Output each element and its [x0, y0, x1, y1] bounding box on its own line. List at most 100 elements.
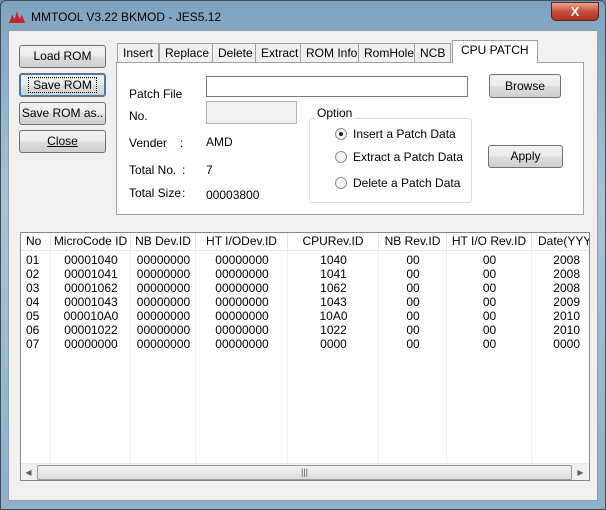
column-divider: [130, 251, 131, 463]
title-bar: MMTOOL V3.22 BKMOD - JES5.12: [9, 7, 221, 27]
total-size-value: 00003800: [206, 188, 260, 202]
table-cell: 00000000: [136, 309, 191, 323]
table-cell: 00: [406, 281, 420, 295]
save-rom-label: Save ROM: [28, 77, 97, 93]
table-cell: 00000000: [136, 267, 191, 281]
tab-cpu-patch[interactable]: CPU PATCH: [452, 40, 538, 63]
table-cell: 00001022: [64, 323, 118, 337]
column-header[interactable]: HT I/ODev.ID: [196, 233, 288, 250]
table-cell: 2009: [553, 295, 580, 309]
column-header[interactable]: NB Dev.ID: [131, 233, 196, 250]
table-cell: 1043: [320, 295, 347, 309]
apply-button[interactable]: Apply: [488, 145, 563, 168]
table-cell: 00000000: [136, 253, 191, 267]
table-cell: 2010: [553, 323, 580, 337]
tab-extract[interactable]: Extract: [255, 43, 305, 63]
radio-delete-patch[interactable]: Delete a Patch Data: [335, 176, 460, 190]
table-row[interactable]: 06 00001022 00000000 00000000 1022 00 00 2010: [21, 323, 589, 337]
table-cell: 00: [406, 337, 420, 351]
table-cell: 00000000: [215, 309, 269, 323]
radio-checked-icon: [335, 128, 347, 140]
table-cell: 00: [406, 323, 420, 337]
no-label: No.: [129, 109, 148, 123]
tab-delete[interactable]: Delete: [212, 43, 259, 63]
app-logo-icon: [9, 11, 25, 23]
table-cell: 06: [26, 323, 40, 337]
scroll-left-icon[interactable]: ◀: [21, 465, 36, 480]
column-divider: [378, 251, 379, 463]
tab-rom-info[interactable]: ROM Info: [300, 43, 364, 63]
tab-insert[interactable]: Insert: [117, 43, 160, 63]
total-no-value: 7: [206, 163, 213, 177]
horizontal-scrollbar[interactable]: ◀ ||| ▶: [21, 463, 589, 480]
table-cell: 00000000: [215, 323, 269, 337]
table-cell: 00000000: [215, 337, 269, 351]
radio-label: Extract a Patch Data: [353, 150, 464, 164]
table-cell: 00: [482, 337, 497, 351]
table-row[interactable]: 01 00001040 00000000 00000000 1040 00 00 2008: [21, 253, 589, 267]
save-rom-as-button[interactable]: Save ROM as..: [19, 102, 106, 125]
total-no-colon: :: [182, 163, 186, 177]
browse-button[interactable]: Browse: [489, 74, 561, 98]
close-button[interactable]: Close: [19, 130, 106, 153]
column-divider: [50, 251, 51, 463]
column-divider: [195, 251, 196, 463]
window-close-button[interactable]: X: [551, 2, 599, 21]
radio-unchecked-icon: [335, 177, 347, 189]
table-cell: 00: [406, 253, 420, 267]
tab-romhole[interactable]: RomHole: [358, 43, 421, 63]
table-cell: 01: [26, 253, 40, 267]
table-cell: 1022: [320, 323, 347, 337]
table-cell: 000010A0: [63, 309, 119, 323]
column-divider: [287, 251, 288, 463]
patch-file-input[interactable]: [206, 76, 468, 97]
table-row[interactable]: 07 00000000 00000000 00000000 0000 00 00 0000: [21, 337, 589, 351]
column-header[interactable]: No: [21, 233, 51, 250]
option-group-title: Option: [315, 106, 355, 120]
save-rom-button[interactable]: Save ROM: [19, 73, 106, 97]
table-cell: 00: [482, 323, 497, 337]
table-cell: 0000: [320, 337, 347, 351]
scroll-right-icon[interactable]: ▶: [573, 465, 588, 480]
table-cell: 00001040: [64, 253, 118, 267]
patch-file-label: Patch File: [129, 87, 183, 101]
table-cell: 00000000: [136, 323, 191, 337]
table-cell: 00000000: [136, 295, 191, 309]
column-header[interactable]: NB Rev.ID: [379, 233, 447, 250]
total-no-label: Total No.: [129, 163, 177, 177]
table-row[interactable]: 03 00001062 00000000 00000000 1062 00 00 2008: [21, 281, 589, 295]
scroll-thumb[interactable]: |||: [37, 465, 572, 480]
table-cell: 03: [26, 281, 40, 295]
table-cell: 00000000: [215, 295, 269, 309]
table-cell: 00: [482, 309, 497, 323]
table-cell: 1041: [320, 267, 347, 281]
no-input: [206, 101, 297, 124]
column-header[interactable]: HT I/O Rev.ID: [447, 233, 532, 250]
table-cell: 00: [406, 309, 420, 323]
microcode-table[interactable]: No MicroCode ID NB Dev.ID HT I/ODev.ID CPURe…: [20, 232, 590, 481]
tab-ncb[interactable]: NCB: [414, 43, 452, 63]
load-rom-button[interactable]: Load ROM: [19, 45, 106, 68]
table-row[interactable]: 04 00001043 00000000 00000000 1043 00 00 2009: [21, 295, 589, 309]
table-cell: 00: [406, 267, 420, 281]
table-row[interactable]: 02 00001041 00000000 00000000 1041 00 00 2008: [21, 267, 589, 281]
column-header[interactable]: Date(YYY: [532, 233, 589, 250]
column-header[interactable]: MicroCode ID: [51, 233, 131, 250]
radio-insert-patch[interactable]: Insert a Patch Data: [335, 127, 456, 141]
table-cell: 00: [406, 295, 420, 309]
vender-colon: :: [180, 136, 184, 150]
table-cell: 00000000: [64, 337, 118, 351]
tab-replace[interactable]: Replace: [159, 43, 216, 63]
table-cell: 1062: [320, 281, 347, 295]
table-cell: 00001062: [64, 281, 118, 295]
column-header[interactable]: CPURev.ID: [288, 233, 379, 250]
table-cell: 00001041: [64, 267, 118, 281]
table-cell: 2008: [553, 267, 580, 281]
column-divider: [446, 251, 447, 463]
total-size-colon: :: [182, 186, 186, 200]
table-row[interactable]: 05 000010A0 00000000 00000000 10A0 00 00 2010: [21, 309, 589, 323]
radio-extract-patch[interactable]: Extract a Patch Data: [335, 150, 463, 164]
column-divider: [531, 251, 532, 463]
table-cell: 2010: [553, 309, 580, 323]
table-cell: 00: [482, 267, 497, 281]
